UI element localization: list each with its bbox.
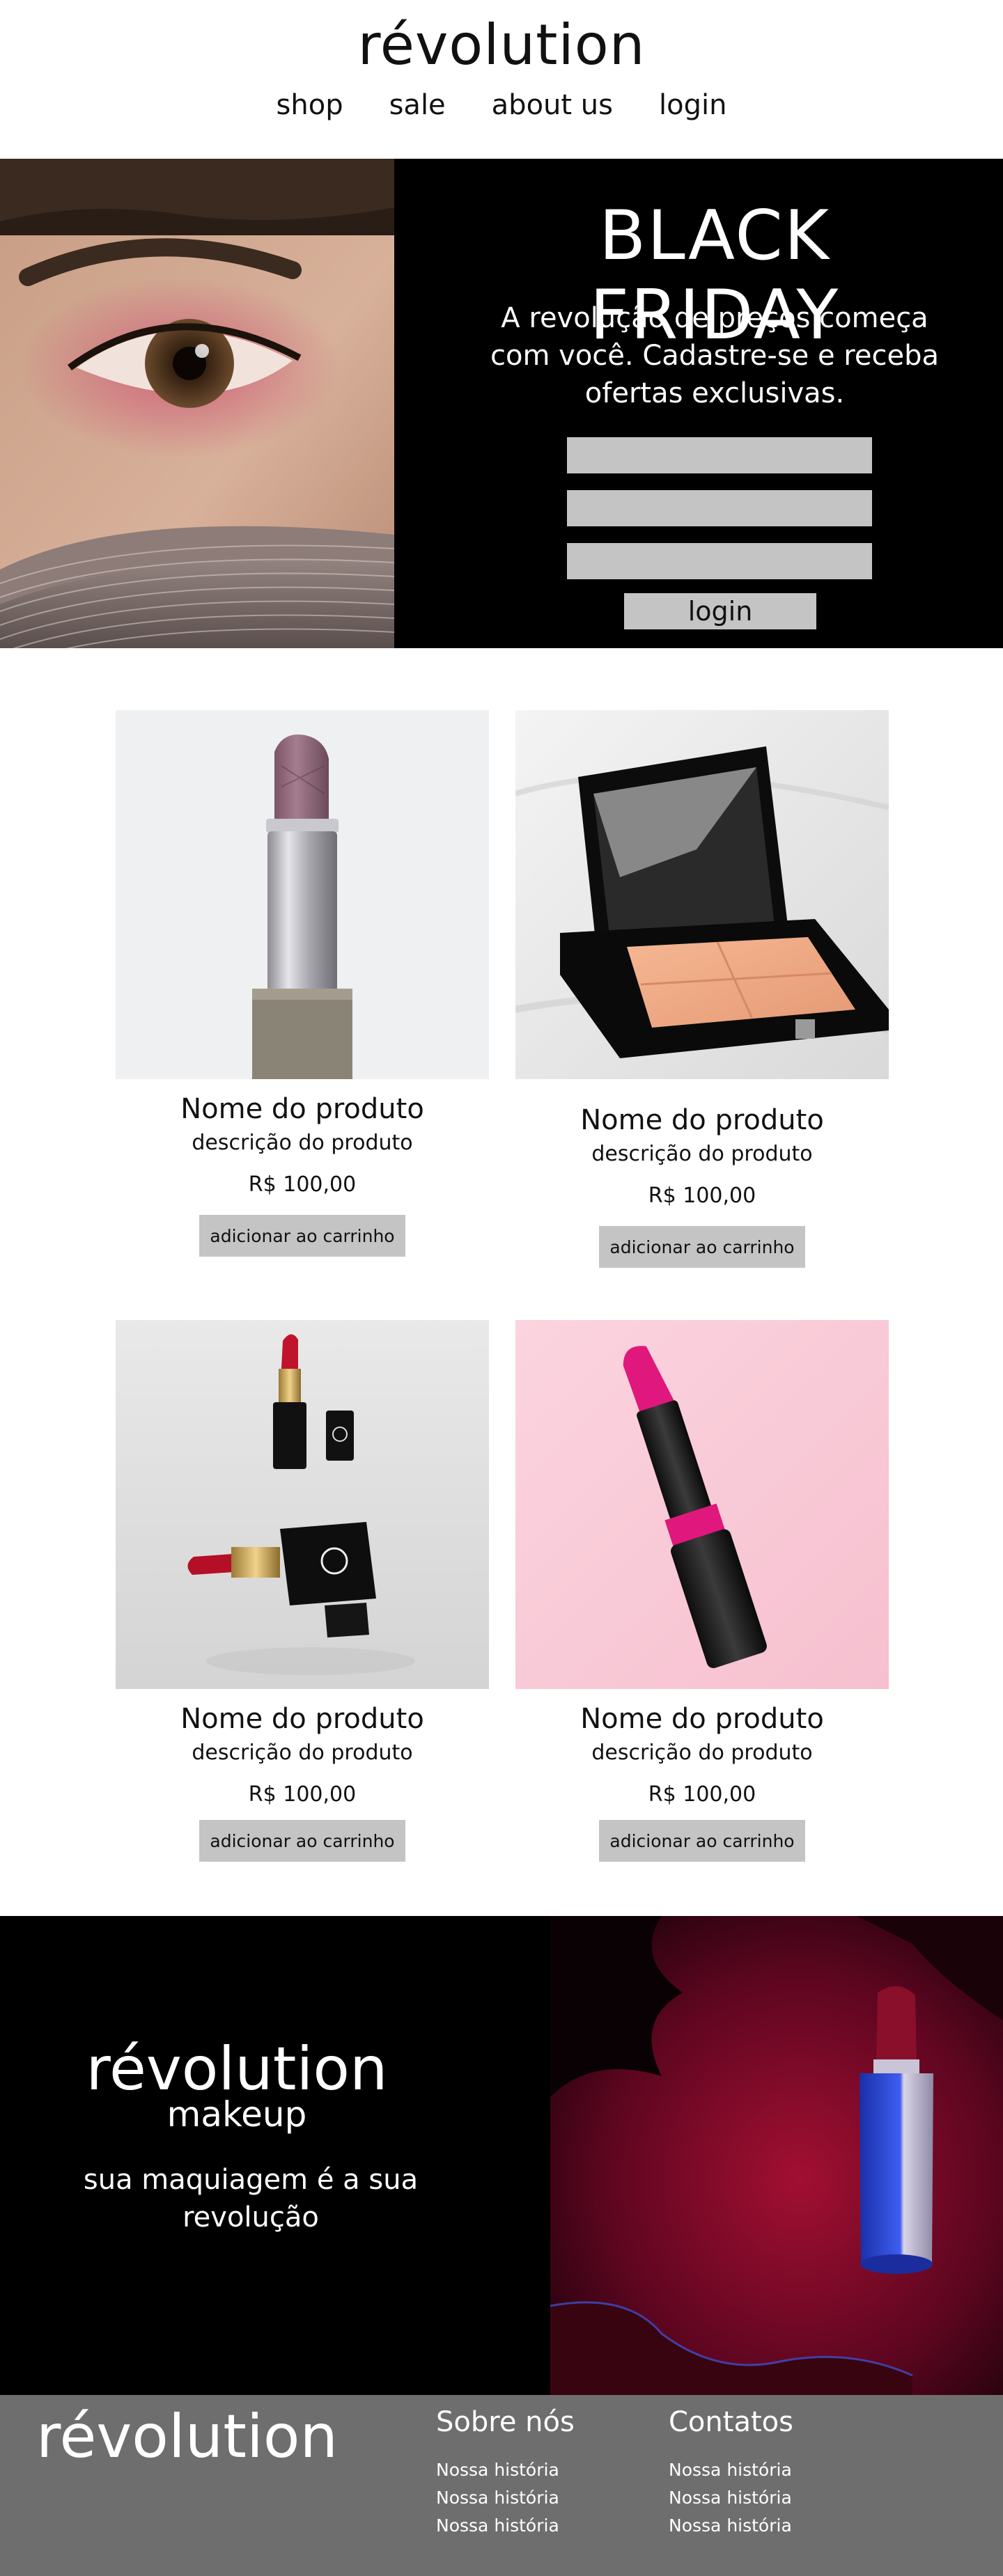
footer-link[interactable]: Nossa história bbox=[669, 2456, 793, 2484]
product-image-lipstick-mauve[interactable] bbox=[116, 710, 489, 1079]
promo-subtitle: makeup bbox=[166, 2094, 307, 2135]
add-to-cart-button[interactable]: adicionar ao carrinho bbox=[199, 1820, 405, 1862]
footer-link[interactable]: Nossa história bbox=[436, 2456, 575, 2484]
add-to-cart-button[interactable]: adicionar ao carrinho bbox=[599, 1226, 805, 1268]
main-nav: shop sale about us login bbox=[0, 89, 1003, 121]
product-name: Nome do produto bbox=[180, 1093, 424, 1125]
signup-field-1[interactable] bbox=[567, 437, 872, 473]
promo-tagline: sua maquiagem é a sua revolução bbox=[83, 2164, 419, 2233]
footer-link[interactable]: Nossa história bbox=[669, 2512, 793, 2540]
product-price: R$ 100,00 bbox=[648, 1782, 756, 1807]
promo-logo: révolution bbox=[86, 2034, 388, 2104]
nav-shop[interactable]: shop bbox=[277, 89, 343, 121]
product-card: Nome do produto descrição do produto R$ … bbox=[515, 1320, 889, 1870]
promo-banner: révolution makeup sua maquiagem é a sua … bbox=[0, 1916, 1003, 2395]
signup-panel: BLACK FRIDAY A revolução de preços começ… bbox=[394, 159, 1003, 648]
nav-login[interactable]: login bbox=[659, 89, 726, 121]
signup-field-2[interactable] bbox=[567, 490, 872, 526]
product-card: Nome do produto descrição do produto R$ … bbox=[515, 710, 889, 1271]
hero-login-button[interactable]: login bbox=[624, 593, 816, 629]
product-image-pink-lipstick[interactable] bbox=[515, 1320, 889, 1689]
product-image-compact-powder[interactable] bbox=[515, 710, 889, 1079]
site-header: révolution shop sale about us login bbox=[0, 0, 1003, 159]
add-to-cart-button[interactable]: adicionar ao carrinho bbox=[599, 1820, 805, 1862]
footer-link[interactable]: Nossa história bbox=[436, 2484, 575, 2512]
footer-column-about: Sobre nós Nossa história Nossa história … bbox=[436, 2406, 575, 2540]
signup-field-3[interactable] bbox=[567, 543, 872, 579]
product-price: R$ 100,00 bbox=[248, 1172, 357, 1197]
product-description: descrição do produto bbox=[192, 1131, 413, 1155]
footer-link[interactable]: Nossa história bbox=[669, 2484, 793, 2512]
product-card: Nome do produto descrição do produto R$ … bbox=[116, 710, 489, 1260]
product-price: R$ 100,00 bbox=[248, 1782, 357, 1807]
product-description: descrição do produto bbox=[591, 1741, 813, 1765]
nav-about-us[interactable]: about us bbox=[492, 89, 613, 121]
product-card: Nome do produto descrição do produto R$ … bbox=[116, 1320, 489, 1870]
footer-column-title: Contatos bbox=[669, 2406, 793, 2438]
product-price: R$ 100,00 bbox=[648, 1184, 756, 1208]
promo-lipstick-photo bbox=[550, 1916, 1003, 2395]
footer-column-title: Sobre nós bbox=[436, 2406, 575, 2438]
product-name: Nome do produto bbox=[580, 1703, 824, 1735]
product-image-red-lipsticks[interactable] bbox=[116, 1320, 489, 1689]
hero-subtitle: A revolução de preços começa com você. C… bbox=[490, 302, 939, 409]
nav-sale[interactable]: sale bbox=[389, 89, 446, 121]
hero-eye-photo bbox=[0, 159, 394, 648]
footer-logo[interactable]: révolution bbox=[36, 2402, 338, 2472]
hero-banner: BLACK FRIDAY A revolução de preços começ… bbox=[0, 159, 1003, 648]
site-footer: révolution Sobre nós Nossa história Noss… bbox=[0, 2395, 1003, 2576]
site-logo[interactable]: révolution bbox=[0, 13, 1003, 77]
product-description: descrição do produto bbox=[591, 1142, 813, 1166]
product-name: Nome do produto bbox=[180, 1703, 424, 1735]
footer-link[interactable]: Nossa história bbox=[436, 2512, 575, 2540]
footer-column-contacts: Contatos Nossa história Nossa história N… bbox=[669, 2406, 793, 2540]
product-name: Nome do produto bbox=[580, 1104, 824, 1136]
add-to-cart-button[interactable]: adicionar ao carrinho bbox=[199, 1215, 405, 1257]
product-description: descrição do produto bbox=[192, 1741, 413, 1765]
